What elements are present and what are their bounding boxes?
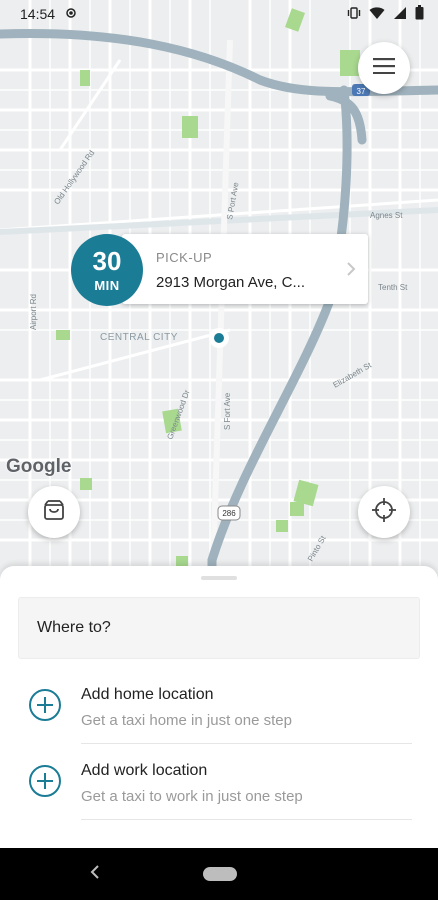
location-title: Add home location (81, 686, 214, 703)
wifi-icon (369, 6, 385, 23)
home-pill-button[interactable] (203, 867, 237, 881)
back-triangle-icon[interactable] (90, 862, 100, 885)
plus-circle-icon (28, 764, 62, 798)
street-label: Tenth St (378, 283, 408, 292)
hamburger-menu-icon (373, 57, 395, 79)
location-title: Add work location (81, 762, 208, 779)
svg-text:286: 286 (222, 509, 236, 518)
eta-unit: MIN (94, 277, 120, 293)
status-time: 14:54 (20, 6, 56, 22)
location-status-icon (65, 6, 77, 22)
eta-value: 30 (92, 245, 122, 276)
street-label: S Fort Ave (223, 392, 232, 430)
bottom-sheet: Where to? Add home location Get a taxi h… (0, 566, 438, 848)
street-label: Agnes St (370, 211, 403, 220)
add-work-location-item[interactable]: Add work location Get a taxi to work in … (0, 744, 438, 820)
eta-badge: 30 MIN (71, 234, 143, 306)
cell-signal-icon (393, 6, 407, 23)
pickup-card[interactable]: PICK-UP 2913 Morgan Ave, C... (122, 234, 368, 304)
plus-circle-icon (28, 688, 62, 722)
route-shield: 286 (217, 505, 241, 521)
locate-me-button[interactable] (358, 486, 410, 538)
status-bar: 14:54 (0, 0, 438, 28)
shopping-bag-icon (43, 499, 65, 526)
pickup-address: 2913 Morgan Ave, C... (156, 274, 305, 291)
svg-text:37: 37 (357, 87, 366, 96)
drag-handle[interactable] (201, 576, 237, 580)
shop-button[interactable] (28, 486, 80, 538)
street-label: Elizabeth St (332, 360, 374, 390)
vibrate-icon (347, 6, 361, 23)
current-location-marker (209, 328, 229, 348)
location-subtitle: Get a taxi home in just one step (81, 712, 292, 729)
search-label: Where to? (37, 619, 111, 636)
location-subtitle: Get a taxi to work in just one step (81, 788, 303, 805)
district-label: CENTRAL CITY (100, 332, 178, 343)
divider (81, 819, 412, 820)
destination-search-field[interactable]: Where to? (18, 597, 420, 659)
pickup-label: PICK-UP (156, 250, 213, 265)
battery-icon (415, 5, 424, 23)
chevron-right-icon (346, 260, 356, 283)
system-navigation-bar (0, 848, 438, 900)
menu-button[interactable] (358, 42, 410, 94)
crosshair-icon (372, 497, 396, 527)
street-label: Airport Rd (29, 294, 38, 330)
add-home-location-item[interactable]: Add home location Get a taxi home in jus… (0, 668, 438, 744)
google-logo: Google (6, 456, 72, 477)
